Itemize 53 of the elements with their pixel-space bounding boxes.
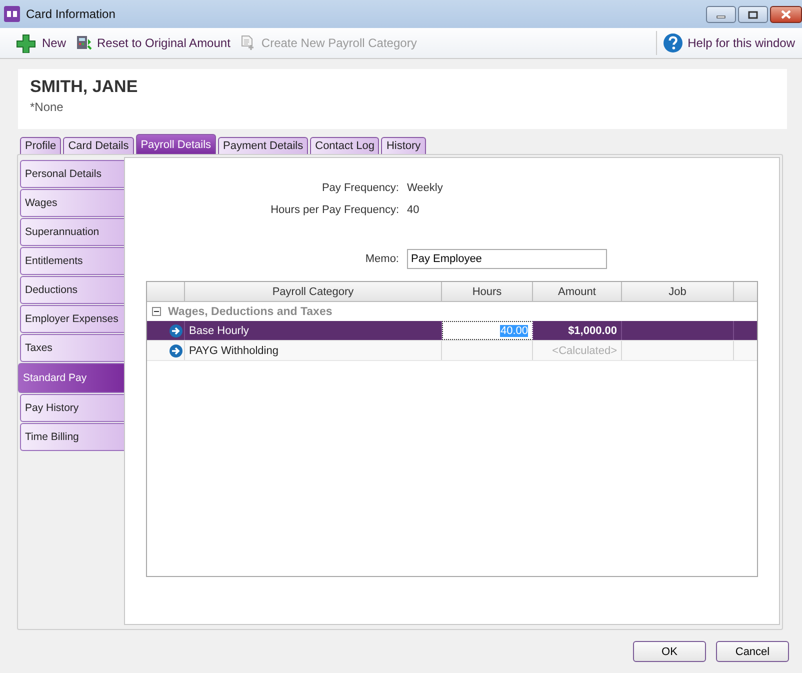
close-button[interactable] (770, 6, 802, 23)
toolbar-button[interactable]: Reset to Original Amount (71, 31, 236, 55)
toolbar-button[interactable]: New (10, 31, 72, 55)
field-label: Memo: (364, 253, 399, 265)
help-button[interactable]: Help for this window (656, 31, 800, 55)
dialog-button[interactable]: OK (633, 641, 706, 662)
tab[interactable]: Card Details (63, 137, 134, 154)
card-name: SMITH, JANE (30, 77, 139, 97)
table-cell: <Calculated> (533, 341, 622, 360)
table-cell: PAYG Withholding (185, 341, 442, 360)
side-tab[interactable]: Personal Details (20, 160, 124, 188)
maximize-icon (748, 10, 758, 18)
card-subtitle: *None (30, 100, 64, 114)
group-label: Wages, Deductions and Taxes (168, 306, 332, 318)
field-value: Weekly (407, 182, 444, 194)
window-title: Card Information (26, 7, 116, 21)
field-label: Hours per Pay Frequency: (270, 204, 399, 216)
app-logo-icon (4, 6, 20, 22)
table-cell: 40.00 (442, 321, 533, 340)
help-icon (662, 33, 683, 53)
side-tab[interactable]: Time Billing (20, 423, 124, 451)
arrow-icon[interactable] (168, 344, 182, 358)
tab[interactable]: Payment Details (218, 137, 308, 154)
minimize-button[interactable] (706, 6, 736, 23)
side-tab[interactable]: Entitlements (20, 247, 124, 275)
side-tab[interactable]: Superannuation (20, 218, 124, 246)
maximize-button[interactable] (738, 6, 768, 23)
column-header: Amount (533, 282, 622, 301)
field-value: 40 (407, 204, 420, 216)
side-tab[interactable]: Deductions (20, 276, 124, 304)
table-row[interactable]: PAYG Withholding <Calculated> (147, 341, 757, 361)
memo-field[interactable]: Pay Employee (407, 249, 607, 269)
side-tab[interactable]: Taxes (20, 334, 124, 362)
side-tab[interactable]: Standard Pay (18, 363, 124, 393)
arrow-icon[interactable] (168, 324, 182, 338)
table-cell: $1,000.00 (533, 321, 622, 340)
column-header: Payroll Category (185, 282, 442, 301)
tab[interactable]: Profile (20, 137, 62, 154)
collapse-icon[interactable] (152, 307, 161, 316)
plus-icon (15, 33, 37, 53)
tab[interactable]: Payroll Details (136, 134, 216, 154)
side-tab[interactable]: Wages (20, 189, 124, 217)
side-tab[interactable]: Employer Expenses (20, 305, 124, 333)
tab[interactable]: Contact Log (310, 137, 380, 154)
side-tab[interactable]: Pay History (20, 394, 124, 422)
table-row[interactable]: Base Hourly 40.00 $1,000.00 (147, 321, 757, 341)
column-header: Job (622, 282, 734, 301)
document-icon (240, 35, 256, 51)
tab[interactable]: History (381, 137, 426, 154)
close-icon (781, 10, 791, 19)
column-header: Hours (442, 282, 533, 301)
field-label: Pay Frequency: (320, 182, 399, 194)
dialog-button[interactable]: Cancel (716, 641, 789, 662)
